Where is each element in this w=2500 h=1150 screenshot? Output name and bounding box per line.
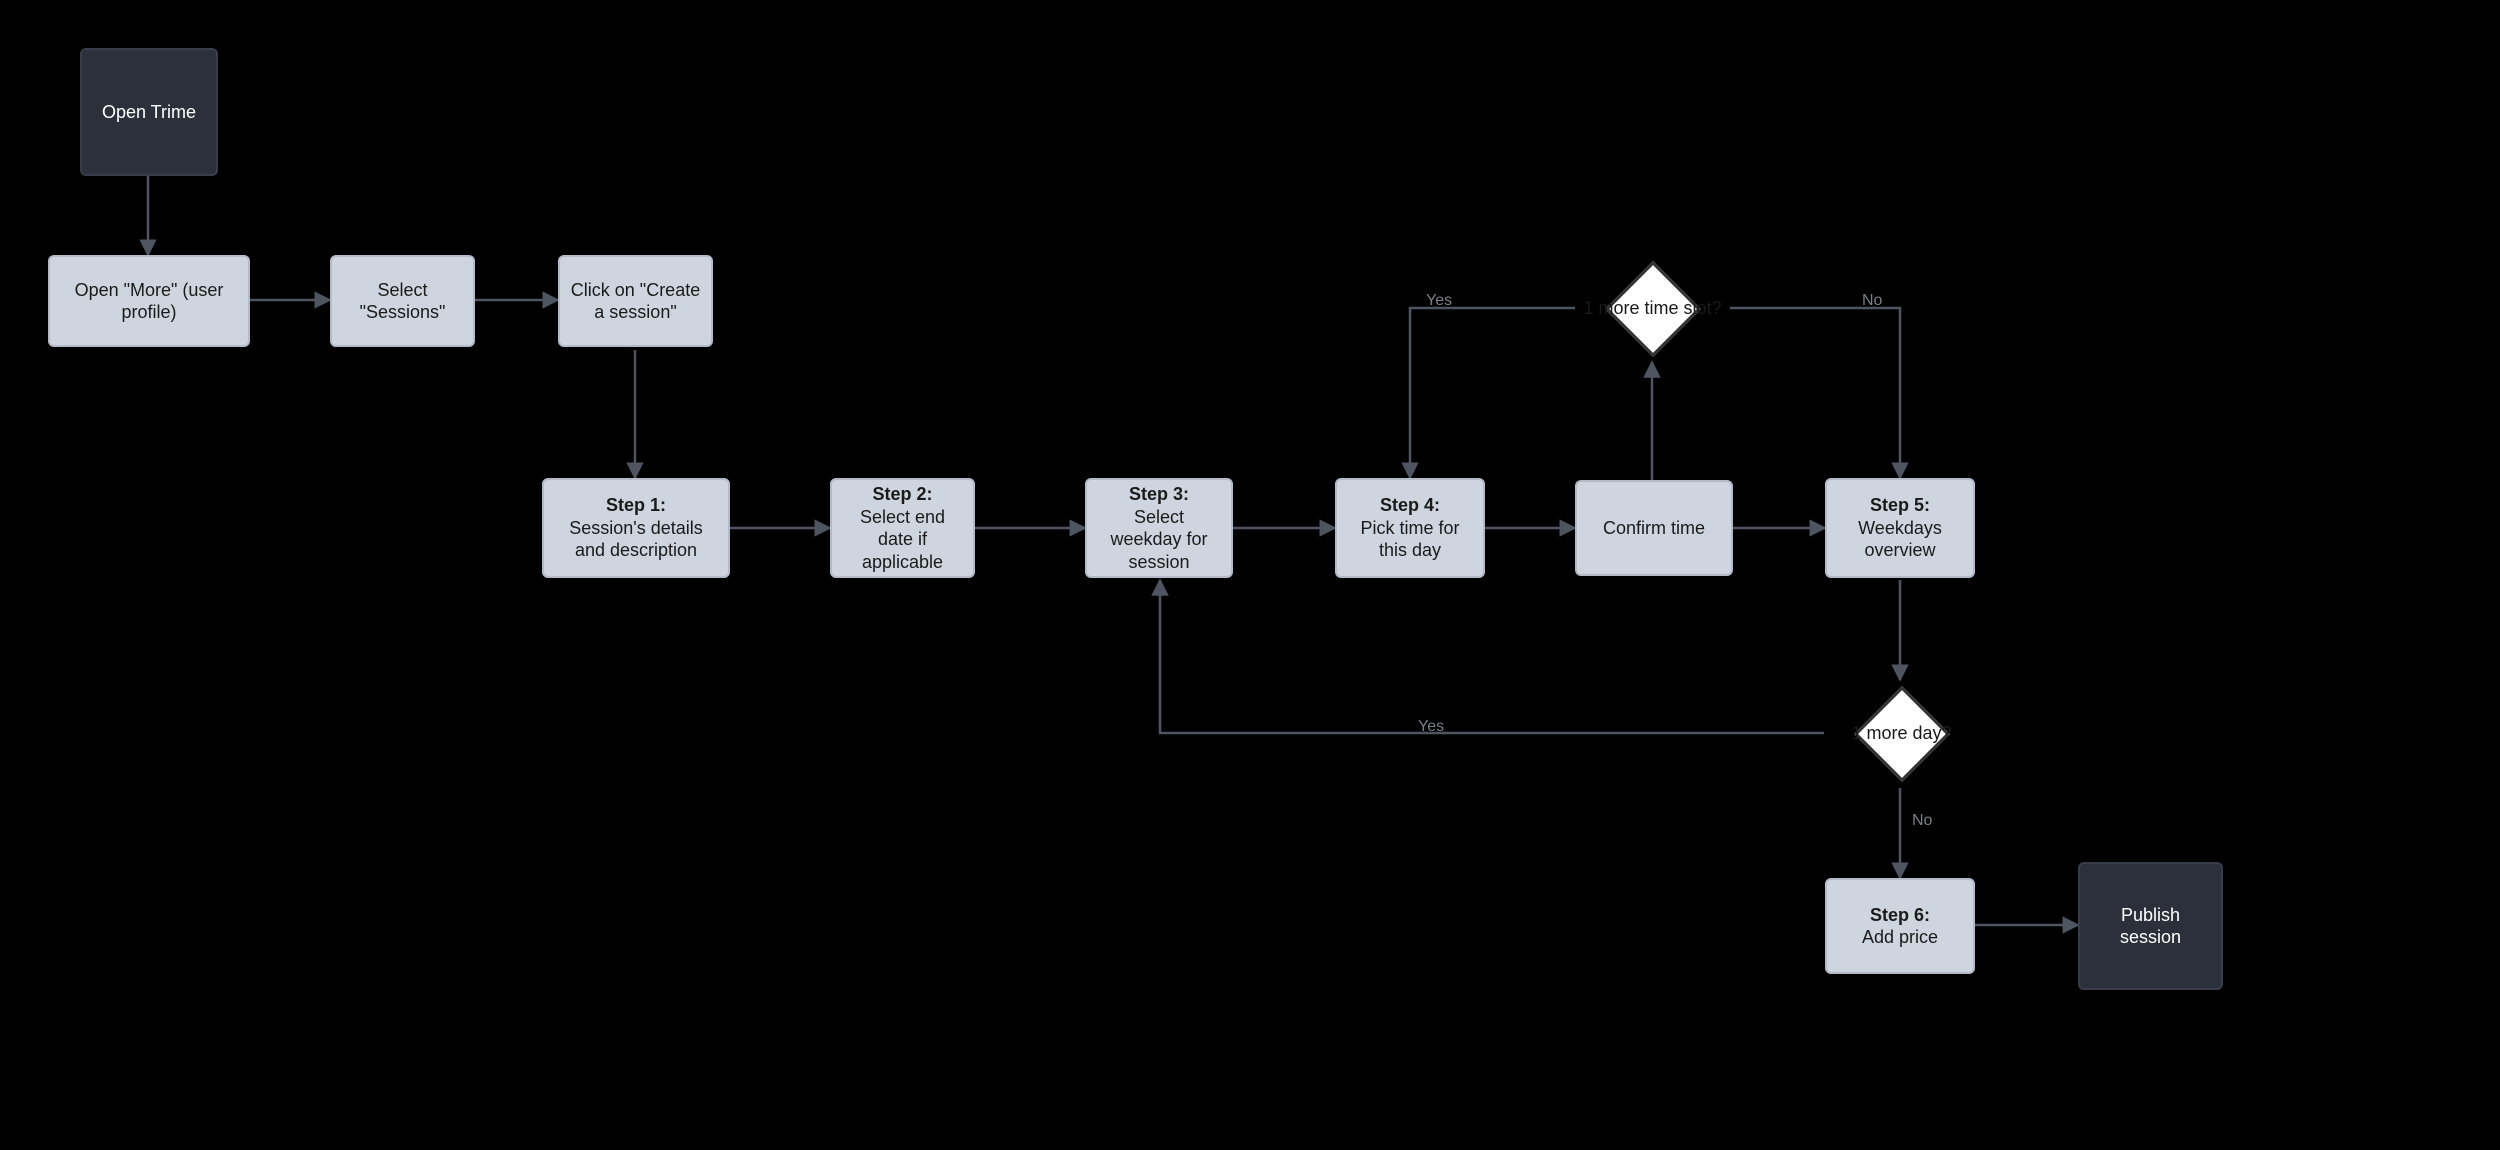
node-label: Open Trime (102, 101, 196, 124)
step-title: Step 3: (1129, 483, 1189, 506)
step-desc: Weekdays overview (1837, 517, 1963, 562)
step-title: Step 4: (1380, 494, 1440, 517)
step-title: Step 2: (872, 483, 932, 506)
decision-day: 1 more day? (1824, 680, 1979, 788)
node-label: Publish session (2090, 904, 2211, 949)
node-step5: Step 5: Weekdays overview (1825, 478, 1975, 578)
edge-label-no1: No (1862, 292, 1882, 310)
node-label: Confirm time (1603, 517, 1705, 540)
step-title: Step 5: (1870, 494, 1930, 517)
step-desc: Pick time for this day (1347, 517, 1473, 562)
node-step4: Step 4: Pick time for this day (1335, 478, 1485, 578)
node-label: Select "Sessions" (342, 279, 463, 324)
step-desc: Add price (1862, 926, 1938, 949)
node-step1: Step 1: Session's details and descriptio… (542, 478, 730, 578)
edge-label-yes1: Yes (1426, 292, 1452, 310)
node-open-trime: Open Trime (80, 48, 218, 176)
step-title: Step 1: (606, 494, 666, 517)
step-desc: Select weekday for session (1097, 506, 1221, 574)
node-open-more: Open "More" (user profile) (48, 255, 250, 347)
step-desc: Select end date if applicable (842, 506, 963, 574)
node-step6: Step 6: Add price (1825, 878, 1975, 974)
edge-label-no2: No (1912, 812, 1932, 830)
edge-label-yes2: Yes (1418, 718, 1444, 736)
step-title: Step 6: (1870, 904, 1930, 927)
node-publish: Publish session (2078, 862, 2223, 990)
decision-time-slot: 1 more time slot? (1575, 255, 1730, 363)
decision-label: 1 more day? (1851, 723, 1951, 745)
node-step3: Step 3: Select weekday for session (1085, 478, 1233, 578)
node-label: Click on "Create a session" (570, 279, 701, 324)
node-create-session: Click on "Create a session" (558, 255, 713, 347)
node-confirm-time: Confirm time (1575, 480, 1733, 576)
decision-label: 1 more time slot? (1583, 298, 1721, 320)
node-step2: Step 2: Select end date if applicable (830, 478, 975, 578)
node-select-sessions: Select "Sessions" (330, 255, 475, 347)
node-label: Open "More" (user profile) (60, 279, 238, 324)
step-desc: Session's details and description (554, 517, 718, 562)
